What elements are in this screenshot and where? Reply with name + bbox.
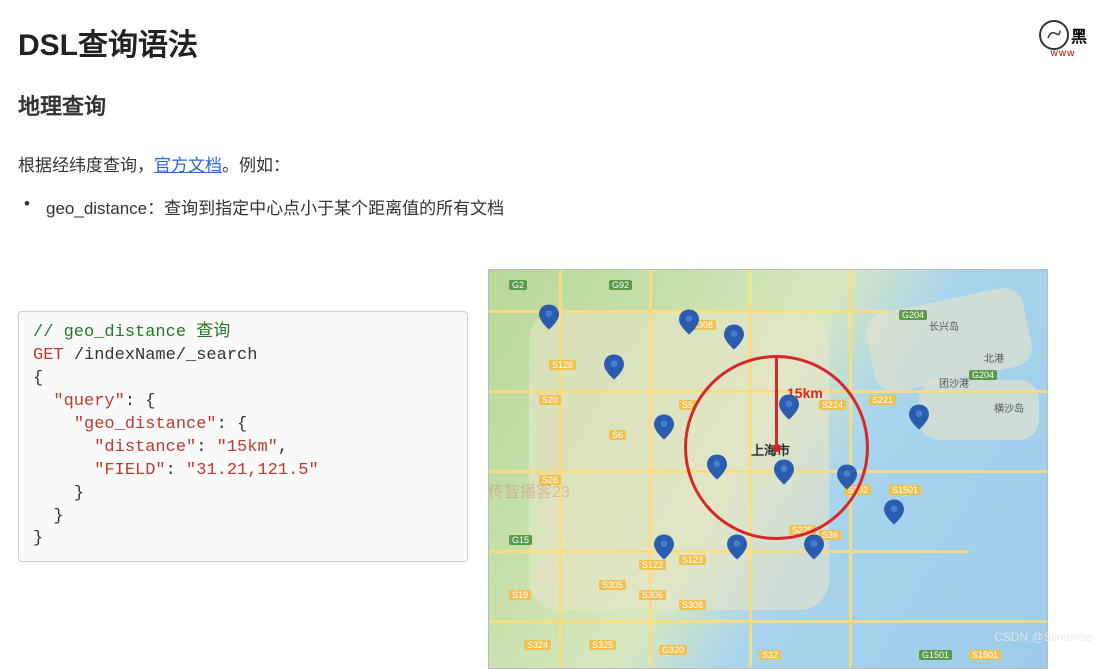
road-label: S1501: [969, 650, 1001, 660]
road-label: G15: [509, 535, 532, 545]
road-label: G320: [659, 645, 687, 655]
map-pin-icon: [909, 404, 929, 430]
road-label: S221: [869, 395, 896, 405]
road-label: G1501: [919, 650, 952, 660]
road-label: S325: [589, 640, 616, 650]
road-label: G2: [509, 280, 527, 290]
map-pin-icon: [539, 304, 559, 330]
description-line: 根据经纬度查询，官方文档。例如：: [0, 121, 1105, 176]
map-pin-icon: [724, 324, 744, 350]
map-place-label: 长兴岛: [929, 318, 959, 333]
road-label: G204: [899, 310, 927, 320]
code-brace: {: [33, 369, 43, 388]
brand-logo: 黑 www: [1039, 20, 1087, 59]
map-pin-icon: [779, 394, 799, 420]
map-pin-icon: [654, 534, 674, 560]
map-pin-icon: [804, 534, 824, 560]
map-pin-icon: [654, 414, 674, 440]
map-pin-icon: [727, 534, 747, 560]
road-label: S122: [639, 560, 666, 570]
map-pin-icon: [679, 309, 699, 335]
docs-link[interactable]: 官方文档: [154, 156, 222, 175]
brand-icon: [1039, 20, 1069, 50]
road-label: S128: [549, 360, 576, 370]
section-heading: 地理查询: [0, 64, 1105, 121]
map-pin-icon: [774, 459, 794, 485]
road-label: S305: [599, 580, 626, 590]
map-pin-icon: [604, 354, 624, 380]
road-label: S324: [524, 640, 551, 650]
code-block: // geo_distance 查询 GET /indexName/_searc…: [18, 311, 468, 562]
map-illustration: G2 G92 S308 G204 G204 S20 S6 S5 S26 S224…: [488, 269, 1048, 669]
road-label: S308: [679, 600, 706, 610]
map-pin-icon: [707, 454, 727, 480]
road-label: S20: [539, 395, 561, 405]
road-label: S1501: [889, 485, 921, 495]
road-label: S306: [639, 590, 666, 600]
code-path: /indexName/_search: [74, 346, 258, 365]
radius-line: [775, 358, 778, 448]
road-label: S26: [539, 475, 561, 485]
desc-prefix: 根据经纬度查询，: [18, 156, 154, 175]
watermark-corner: CSDN @Slinamse: [994, 630, 1093, 644]
road-label: G204: [969, 370, 997, 380]
page-title: DSL查询语法: [18, 20, 198, 64]
road-label: S32: [759, 650, 781, 660]
road-label: S19: [509, 590, 531, 600]
road-label: S6: [609, 430, 626, 440]
map-pin-icon: [884, 499, 904, 525]
map-place-label: 横沙岛: [994, 400, 1024, 415]
road-label: S123: [679, 555, 706, 565]
bullet-item: geo_distance：查询到指定中心点小于某个距离值的所有文档: [0, 176, 1105, 219]
code-method: GET: [33, 346, 64, 365]
brand-subtext: www: [1051, 48, 1076, 59]
road-label: G92: [609, 280, 632, 290]
brand-text: 黑: [1071, 23, 1087, 47]
map-pin-icon: [837, 464, 857, 490]
code-comment: // geo_distance 查询: [33, 323, 230, 342]
map-place-label: 团沙港: [939, 375, 969, 390]
desc-suffix: 。例如：: [222, 156, 290, 175]
map-place-label: 北港: [984, 350, 1004, 365]
